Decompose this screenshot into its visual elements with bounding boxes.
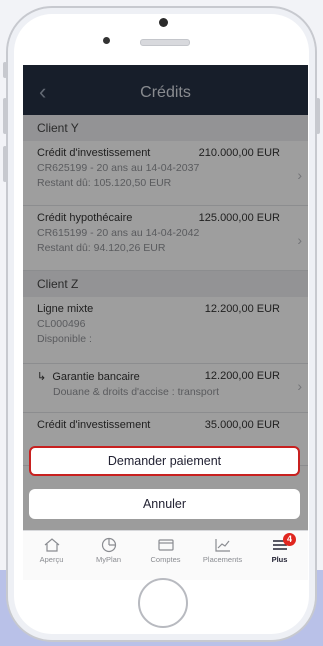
- volume-down-button: [3, 146, 7, 182]
- power-button: [316, 98, 320, 134]
- tab-label: Aperçu: [39, 555, 64, 564]
- tab-label: Placements: [202, 555, 243, 564]
- tab-label: Plus: [271, 555, 288, 564]
- tab-bar: Aperçu MyPlan Comptes Placements 4 Plus: [23, 530, 308, 580]
- tab-apercu[interactable]: Aperçu: [23, 537, 80, 564]
- home-icon: [44, 538, 59, 552]
- app-screen: ‹ Crédits Client Y Crédit d'investisseme…: [23, 65, 308, 580]
- tab-comptes[interactable]: Comptes: [137, 537, 194, 564]
- tab-plus[interactable]: 4 Plus: [251, 533, 308, 564]
- card-icon: [157, 539, 174, 551]
- clock-icon: [101, 537, 116, 553]
- notification-badge: 4: [283, 533, 296, 546]
- sensor-dot: [159, 18, 168, 27]
- chart-icon: [214, 539, 230, 552]
- tab-label: Comptes: [150, 555, 181, 564]
- earpiece-speaker: [140, 39, 190, 46]
- request-payment-button[interactable]: Demander paiement: [29, 446, 300, 476]
- volume-up-button: [3, 98, 7, 134]
- cancel-button[interactable]: Annuler: [29, 489, 300, 519]
- tab-label: MyPlan: [95, 555, 121, 564]
- tab-placements[interactable]: Placements: [194, 537, 251, 564]
- front-camera: [103, 37, 110, 44]
- tab-myplan[interactable]: MyPlan: [80, 537, 137, 564]
- home-button[interactable]: [138, 578, 188, 628]
- mute-switch: [3, 62, 7, 78]
